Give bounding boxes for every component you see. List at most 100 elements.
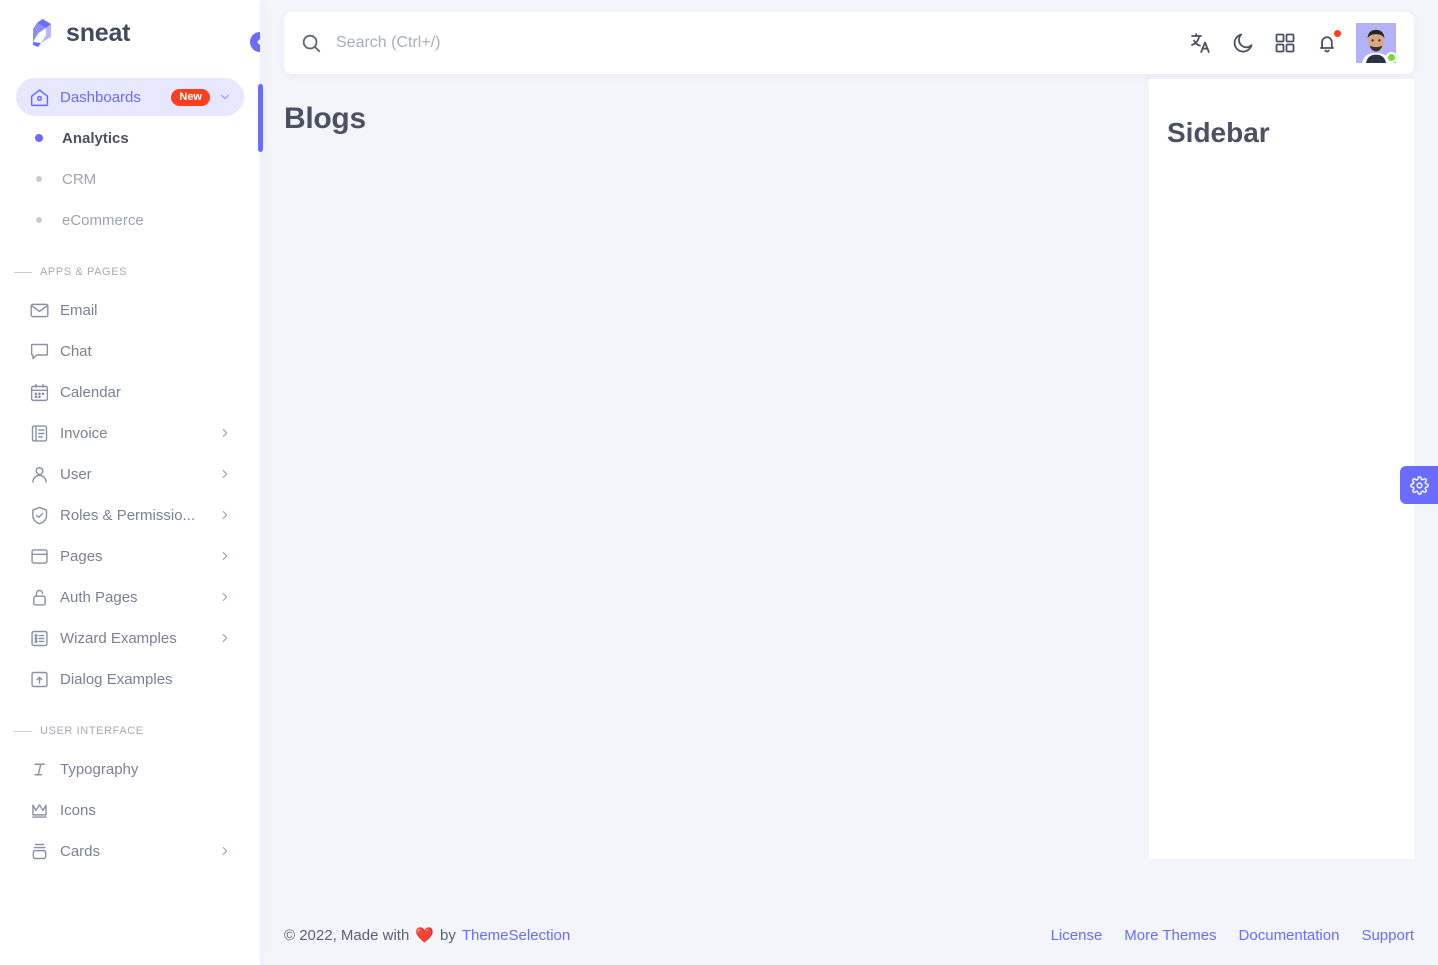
sidebar-item-label: Typography <box>60 760 139 778</box>
chat-icon <box>28 340 50 362</box>
left-sidebar: sneat Dashboards New Analytics CRM eComm… <box>0 0 260 965</box>
brand[interactable]: sneat <box>0 0 260 64</box>
footer-link-support[interactable]: Support <box>1361 927 1414 944</box>
sidebar-item-icons[interactable]: Icons <box>16 791 244 829</box>
right-panel-title: Sidebar <box>1167 117 1270 148</box>
language-icon[interactable] <box>1188 30 1214 56</box>
moon-icon[interactable] <box>1230 30 1256 56</box>
sidebar-item-label: eCommerce <box>62 211 144 229</box>
main-column: Blogs <box>284 74 1149 905</box>
section-label: USER INTERFACE <box>40 725 144 737</box>
sidebar-item-label: Auth Pages <box>60 588 138 606</box>
sidebar-item-label: Calendar <box>60 383 121 401</box>
typography-icon <box>28 758 50 780</box>
avatar[interactable] <box>1356 23 1397 63</box>
sidebar-item-invoice[interactable]: Invoice <box>16 414 244 452</box>
sidebar-item-label: Chat <box>60 342 92 360</box>
sidebar-item-crm[interactable]: CRM <box>16 160 244 198</box>
sidebar-item-dialog-examples[interactable]: Dialog Examples <box>16 660 244 698</box>
list-icon <box>28 627 50 649</box>
sidebar-item-cards[interactable]: Cards <box>16 832 244 870</box>
status-badge <box>1386 52 1397 63</box>
sidebar-item-label: Cards <box>60 842 101 860</box>
footer-copyright: © 2022, Made with <box>284 926 410 944</box>
sidebar-item-dashboards[interactable]: Dashboards New <box>16 78 244 116</box>
sidebar-section-apps-pages: APPS & PAGES <box>14 261 244 283</box>
footer-link-more-themes[interactable]: More Themes <box>1124 927 1216 944</box>
bullet-icon <box>36 217 42 223</box>
sidebar-item-roles-permissions[interactable]: Roles & Permissio... <box>16 496 244 534</box>
pages-icon <box>28 545 50 567</box>
brand-name: sneat <box>66 18 131 47</box>
user-icon <box>28 463 50 485</box>
top-navbar <box>284 12 1414 74</box>
chevron-right-icon[interactable] <box>218 426 232 440</box>
sidebar-item-ecommerce[interactable]: eCommerce <box>16 201 244 239</box>
settings-fab-button[interactable] <box>1400 466 1438 504</box>
content-area: Blogs Sidebar © 2022, Made with ❤️ by Th… <box>260 0 1438 965</box>
invoice-icon <box>28 422 50 444</box>
shield-check-icon <box>28 504 50 526</box>
sidebar-item-label: User <box>60 465 92 483</box>
section-label: APPS & PAGES <box>40 266 128 278</box>
notification-dot <box>1333 29 1342 38</box>
sidebar-item-label: Analytics <box>62 129 129 147</box>
footer-link-themeselection[interactable]: ThemeSelection <box>462 927 570 944</box>
sidebar-item-label: Email <box>60 301 98 319</box>
app-root: sneat Dashboards New Analytics CRM eComm… <box>0 0 1438 965</box>
sidebar-item-email[interactable]: Email <box>16 291 244 329</box>
chevron-right-icon[interactable] <box>218 549 232 563</box>
sidebar-item-label: Invoice <box>60 424 108 442</box>
sidebar-menu: Dashboards New Analytics CRM eCommerce A… <box>0 78 260 870</box>
sidebar-item-label: Icons <box>60 801 96 819</box>
chevron-right-icon[interactable] <box>218 467 232 481</box>
new-badge: New <box>171 88 210 106</box>
sidebar-item-user[interactable]: User <box>16 455 244 493</box>
sidebar-item-calendar[interactable]: Calendar <box>16 373 244 411</box>
sidebar-item-auth-pages[interactable]: Auth Pages <box>16 578 244 616</box>
sidebar-item-label: Pages <box>60 547 103 565</box>
search-input[interactable] <box>336 34 1188 52</box>
chevron-down-icon[interactable] <box>218 90 232 104</box>
footer-credit: © 2022, Made with ❤️ by ThemeSelection <box>284 926 570 945</box>
gear-icon <box>1409 475 1429 495</box>
page-title: Blogs <box>284 102 366 135</box>
sidebar-item-analytics[interactable]: Analytics <box>16 119 244 157</box>
sidebar-item-label: Dialog Examples <box>60 670 173 688</box>
dialog-icon <box>28 668 50 690</box>
chevron-right-icon[interactable] <box>218 590 232 604</box>
mail-icon <box>28 299 50 321</box>
footer-link-documentation[interactable]: Documentation <box>1239 927 1340 944</box>
sidebar-item-label: CRM <box>62 170 97 188</box>
sidebar-item-label: Roles & Permissio... <box>60 506 196 524</box>
search-icon <box>300 32 322 54</box>
active-menu-edge-indicator <box>258 84 263 152</box>
bell-icon[interactable] <box>1314 29 1342 56</box>
chevron-right-icon[interactable] <box>218 508 232 522</box>
sidebar-item-wizard-examples[interactable]: Wizard Examples <box>16 619 244 657</box>
footer-by: by <box>439 926 456 944</box>
chevron-right-icon[interactable] <box>218 631 232 645</box>
sidebar-item-label: Dashboards <box>60 88 141 106</box>
home-icon <box>28 86 50 108</box>
chevron-right-icon[interactable] <box>218 844 232 858</box>
sidebar-item-typography[interactable]: Typography <box>16 750 244 788</box>
main-row: Blogs Sidebar <box>284 74 1414 905</box>
navbar-actions <box>1188 23 1397 63</box>
page-footer: © 2022, Made with ❤️ by ThemeSelection L… <box>284 905 1414 965</box>
sidebar-item-chat[interactable]: Chat <box>16 332 244 370</box>
sidebar-section-user-interface: USER INTERFACE <box>14 720 244 742</box>
bullet-icon <box>36 176 42 182</box>
grid-apps-icon[interactable] <box>1272 30 1298 56</box>
cards-icon <box>28 840 50 862</box>
chevron-left-icon <box>257 39 260 45</box>
footer-links: License More Themes Documentation Suppor… <box>1051 927 1414 944</box>
sneat-logo-icon <box>28 18 56 48</box>
footer-link-license[interactable]: License <box>1051 927 1103 944</box>
heart-icon: ❤️ <box>415 927 434 944</box>
section-dash-icon <box>14 271 32 273</box>
navbar-search[interactable] <box>300 32 1188 54</box>
sidebar-item-pages[interactable]: Pages <box>16 537 244 575</box>
right-sidebar-panel: Sidebar <box>1149 79 1414 859</box>
section-dash-icon <box>14 730 32 732</box>
